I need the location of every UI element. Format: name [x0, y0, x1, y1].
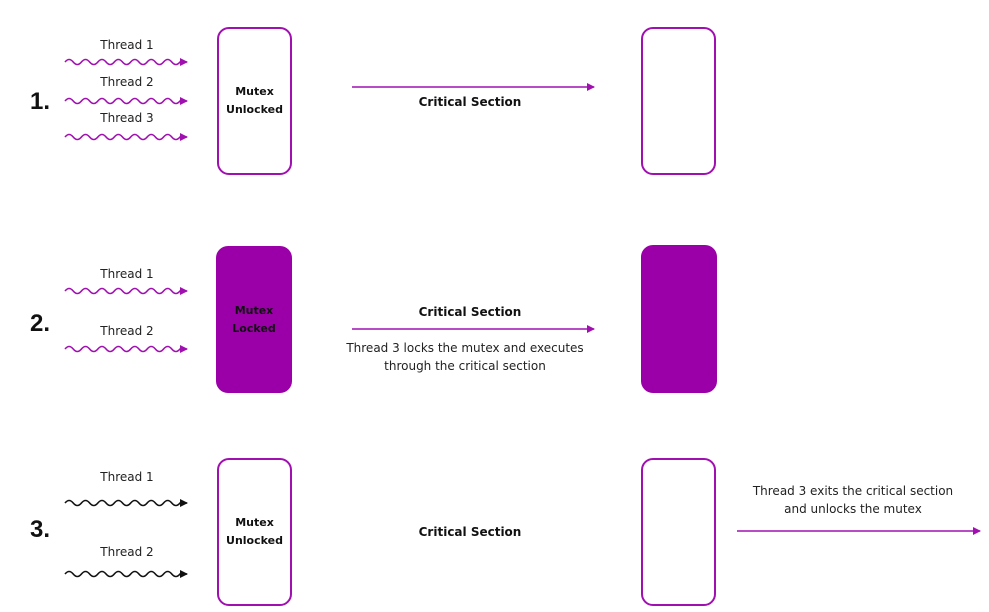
thread-wave-arrow: [64, 499, 188, 507]
thread-wave-arrow: [64, 133, 188, 141]
thread-wave-arrow: [64, 287, 188, 295]
thread-wave-arrow: [64, 345, 188, 353]
thread-wave-arrow: [64, 570, 188, 578]
thread-wave-arrow: [64, 97, 188, 105]
diagram-arrows: [64, 58, 981, 578]
thread-wave-arrow: [64, 58, 188, 66]
